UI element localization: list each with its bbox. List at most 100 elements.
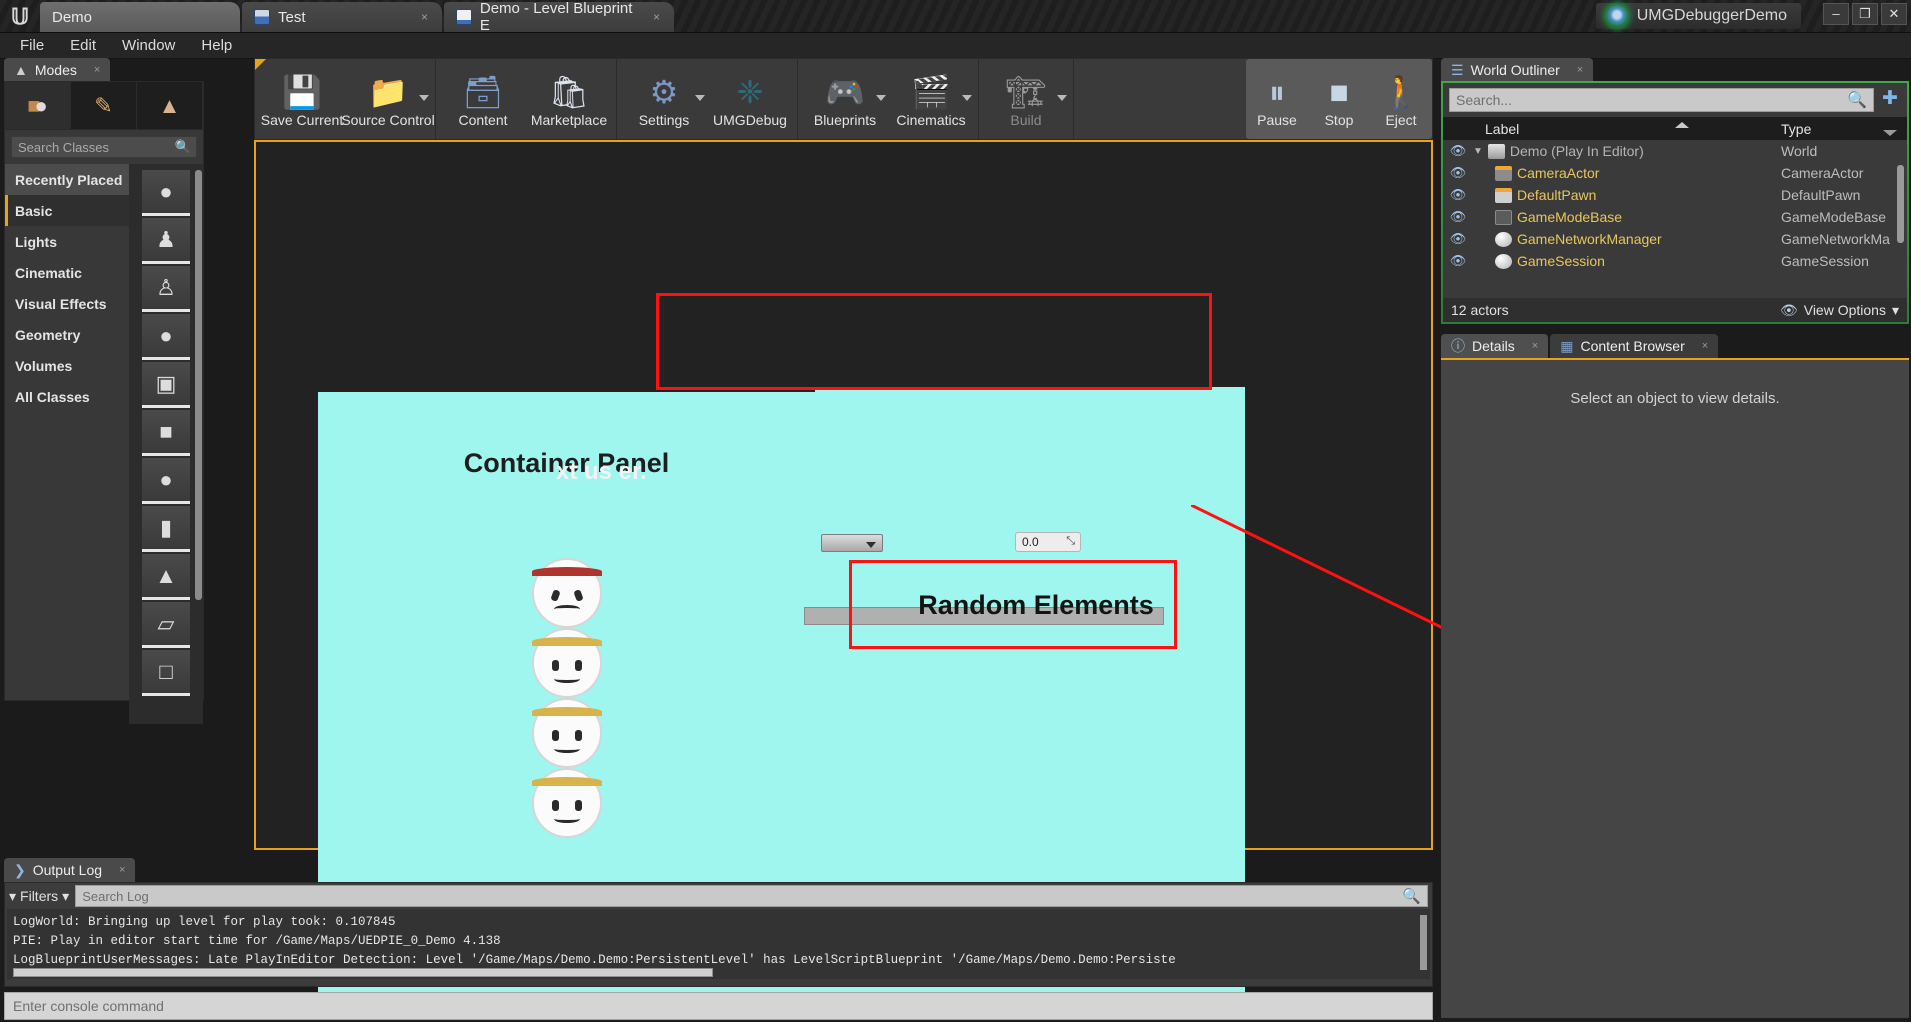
chevron-down-icon[interactable] [1057,95,1067,101]
eye-icon[interactable]: 👁 [1443,231,1473,247]
eye-icon[interactable]: 👁 [1443,253,1473,269]
tab-output-log[interactable]: ❯ Output Log × [4,858,136,882]
asset-item[interactable]: ● [142,314,190,360]
asset-scrollbar[interactable] [195,170,202,600]
blueprints-button[interactable]: 🎮 Blueprints [802,59,888,139]
asset-item[interactable]: ▮ [142,506,190,552]
asset-item[interactable]: ▲ [142,554,190,600]
outliner-row-gamemodebase[interactable]: 👁 GameModeBase GameModeBase [1443,206,1907,228]
outliner-search-input[interactable]: Search... 🔍 [1449,88,1874,112]
outliner-type-column[interactable]: Type [1775,121,1907,137]
asset-item[interactable]: □ [142,650,190,696]
chevron-down-icon[interactable] [695,95,705,101]
eye-icon[interactable]: 👁 [1443,209,1473,225]
spin-box-widget[interactable]: 0.0 ⤡ [1015,532,1081,552]
category-lights[interactable]: Lights [5,226,129,257]
combo-box-widget[interactable] [821,534,883,552]
asset-item[interactable]: ● [142,458,190,504]
window-tab-close-icon[interactable]: × [421,10,428,24]
chevron-down-icon[interactable] [962,95,972,101]
minimize-button[interactable]: – [1823,3,1849,25]
settings-button[interactable]: ⚙ Settings [621,59,707,139]
blueprints-icon: 🎮 [825,74,865,110]
asset-item[interactable]: ♟ [142,218,190,264]
details-empty-message: Select an object to view details. [1570,390,1780,407]
details-tab-close-icon[interactable]: × [1532,340,1538,352]
eye-icon[interactable]: 👁 [1443,187,1473,203]
paint-mode-icon[interactable]: ✎ [71,82,137,129]
menu-window[interactable]: Window [112,34,185,57]
window-tab-demo[interactable]: Demo [40,2,240,32]
menu-help[interactable]: Help [191,34,242,57]
category-basic[interactable]: Basic [5,195,129,226]
outliner-tab-close-icon[interactable]: × [1577,64,1583,76]
window-tab-test[interactable]: Test × [242,2,442,32]
tab-content-browser[interactable]: ▦ Content Browser × [1550,334,1719,358]
outliner-row-gamesession[interactable]: 👁 GameSession GameSession [1443,250,1907,272]
outliner-row-world[interactable]: 👁 ▼ Demo (Play In Editor) World [1443,140,1907,162]
eye-icon[interactable]: 👁 [1443,143,1473,159]
modes-tab-close-icon[interactable]: × [94,64,100,76]
tab-modes[interactable]: ▲ Modes × [4,58,111,82]
console-command-input[interactable]: Enter console command [4,992,1433,1020]
settings-gear-icon: ⚙ [649,74,679,110]
place-mode-icon[interactable]: ■ ● [5,82,71,129]
marketplace-button[interactable]: 🛍 Marketplace [526,59,612,139]
actor-count-label: 12 actors [1451,302,1509,318]
umgdebug-button[interactable]: ❈ UMGDebug [707,59,793,139]
menu-edit[interactable]: Edit [60,34,106,57]
content-button[interactable]: 🗃 Content [440,59,526,139]
category-recently-placed[interactable]: Recently Placed [5,164,129,195]
asset-item[interactable]: ■ [142,410,190,456]
outliner-row-cameraactor[interactable]: 👁 CameraActor CameraActor [1443,162,1907,184]
log-vertical-scrollbar[interactable] [1420,915,1427,970]
view-options-button[interactable]: 👁 View Options ▾ [1780,302,1899,319]
window-tab-close-icon[interactable]: × [653,10,660,24]
face-mouth [553,745,580,753]
chevron-down-icon[interactable] [876,95,886,101]
build-button[interactable]: 🏗 Build [983,59,1069,139]
menu-file[interactable]: File [10,34,54,57]
landscape-mode-icon[interactable]: ▲ [137,82,203,129]
search-icon[interactable]: 🔍 [1402,887,1421,905]
eye-icon[interactable]: 👁 [1443,165,1473,181]
window-tab-level-blueprint[interactable]: Demo - Level Blueprint E × [444,0,674,34]
category-all-classes[interactable]: All Classes [5,381,129,412]
spinner-arrows-icon[interactable]: ⤡ [1066,535,1075,548]
source-control-button[interactable]: 📁 Source Control [341,59,434,139]
eject-button[interactable]: 🚶 Eject [1370,59,1432,139]
filters-button[interactable]: ▾ Filters ▾ [9,888,69,905]
close-button[interactable]: ✕ [1881,3,1907,25]
tab-details[interactable]: ⓘ Details × [1441,334,1549,358]
asset-item[interactable]: ♙ [142,266,190,312]
expand-arrow-icon[interactable]: ▼ [1473,146,1483,157]
category-visual-effects[interactable]: Visual Effects [5,288,129,319]
category-cinematic[interactable]: Cinematic [5,257,129,288]
asset-item[interactable]: ▣ [142,362,190,408]
category-volumes[interactable]: Volumes [5,350,129,381]
add-folder-icon[interactable]: ✚ [1879,89,1901,111]
outliner-row-gamenetworkmanager[interactable]: 👁 GameNetworkManager GameNetworkMa [1443,228,1907,250]
asset-item[interactable]: ▱ [142,602,190,648]
pause-button[interactable]: ⏸ Pause [1246,59,1308,139]
log-search-input[interactable]: Search Log 🔍 [75,885,1428,907]
chevron-down-icon[interactable] [419,95,429,101]
log-horizontal-scrollbar[interactable] [13,968,713,977]
search-icon[interactable]: 🔍 [1847,90,1867,110]
maximize-button[interactable]: ❐ [1852,3,1878,25]
cinematics-button[interactable]: 🎬 Cinematics [888,59,974,139]
save-current-button[interactable]: 💾 Save Current [259,59,345,139]
outliner-row-defaultpawn[interactable]: 👁 DefaultPawn DefaultPawn [1443,184,1907,206]
search-classes-input[interactable]: Search Classes 🔍 [11,136,197,158]
output-log-tab-close-icon[interactable]: × [119,864,125,876]
category-geometry[interactable]: Geometry [5,319,129,350]
tab-world-outliner[interactable]: ☰ World Outliner × [1441,58,1594,82]
outliner-scrollbar[interactable] [1897,165,1904,243]
stop-button[interactable]: ■ Stop [1308,59,1370,139]
asset-item[interactable]: ● [142,170,190,216]
output-log-body[interactable]: LogWorld: Bringing up level for play too… [7,909,1430,979]
level-viewport[interactable]: Container Panel xt us er. 0.0 ⤡ Random E… [254,140,1433,999]
outliner-label-column[interactable]: Label [1479,121,1775,137]
unreal-editor-window: 𝕌 Demo Test × Demo - Level Blueprint E ×… [0,0,1911,1022]
content-browser-tab-close-icon[interactable]: × [1702,340,1708,352]
